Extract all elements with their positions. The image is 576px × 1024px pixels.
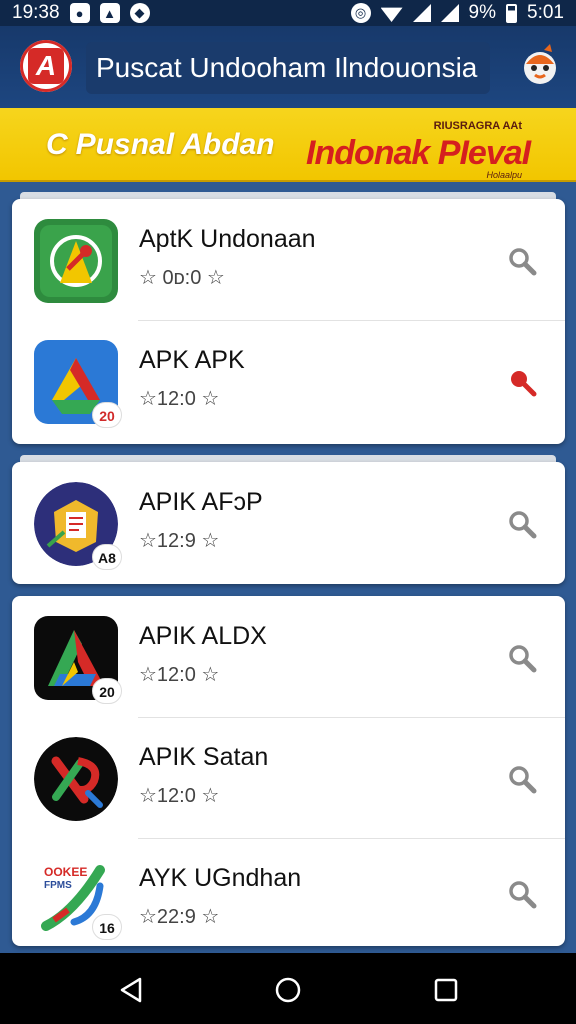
- app-card-group-2: A8 APIK AFɔP ☆12:9 ☆: [12, 462, 565, 584]
- app-bar: A Puscat Undooham Ilndouonsia: [0, 26, 576, 108]
- search-button[interactable]: [504, 506, 540, 542]
- app-name: APK APK: [139, 346, 245, 374]
- refresh-c-icon: C: [46, 128, 68, 161]
- app-name: AptK Undonaan: [139, 225, 316, 253]
- search-button[interactable]: [504, 876, 540, 912]
- sticker-top-text: OOKEE: [44, 865, 87, 879]
- recents-icon[interactable]: [431, 975, 461, 1005]
- app-rating: ☆12:0 ☆: [139, 785, 220, 807]
- list-item[interactable]: APIK Satan ☆12:0 ☆: [12, 717, 565, 838]
- gallery-notification-icon: ▲: [99, 3, 120, 23]
- search-button[interactable]: [504, 243, 540, 279]
- app-card-group-1: AptK Undonaan ☆ 0ᴅ:0 ☆ 20 APK APK ☆12:0 …: [12, 199, 565, 444]
- signal-icon-2: [440, 4, 459, 22]
- search-button[interactable]: [504, 761, 540, 797]
- app-rating: ☆12:0 ☆: [139, 664, 220, 686]
- app-logo-letter: A: [28, 48, 64, 84]
- sticker-mid-text: FPMS: [44, 880, 72, 891]
- list-item[interactable]: AptK Undonaan ☆ 0ᴅ:0 ☆: [12, 199, 565, 320]
- list-item[interactable]: 20 APIK ALDX ☆12:0 ☆: [12, 596, 565, 717]
- app-rating: ☆ 0ᴅ:0 ☆: [139, 267, 225, 289]
- system-nav-bar: [0, 953, 576, 1024]
- list-item[interactable]: 20 APK APK ☆12:0 ☆: [12, 320, 565, 441]
- promo-banner[interactable]: C Pusnal Abdan RIUSRAGRA AAt Indonak PIe…: [0, 108, 576, 182]
- app-rating: ☆22:9 ☆: [139, 906, 220, 928]
- app-logo[interactable]: A: [20, 40, 72, 92]
- camera-notification-icon: ●: [69, 3, 90, 23]
- status-bar: 19:38 ● ▲ ◆ ◎ 9% 5:01: [0, 0, 576, 26]
- mascot-menu-icon[interactable]: [520, 44, 560, 86]
- badge: 20: [92, 402, 122, 428]
- rk-logo-icon: [34, 737, 118, 821]
- status-right: ◎ 9% 5:01: [350, 2, 564, 24]
- signal-icon: [412, 4, 431, 22]
- battery-percent: 9%: [468, 2, 497, 23]
- list-item[interactable]: A8 APIK AFɔP ☆12:9 ☆: [12, 462, 565, 583]
- search-button[interactable]: [504, 640, 540, 676]
- app-name: APIK AFɔP: [139, 488, 263, 516]
- banner-left: C Pusnal Abdan: [46, 128, 275, 162]
- badge: 20: [92, 678, 122, 704]
- back-icon[interactable]: [116, 975, 146, 1005]
- banner-brand: RIUSRAGRA AAt Indonak PIevaI Holaalpu: [306, 120, 536, 180]
- app-name: APIK Satan: [139, 743, 269, 771]
- status-time: 19:38: [12, 2, 60, 23]
- wifi-icon: [380, 7, 403, 22]
- battery-icon: [506, 3, 518, 23]
- banner-brand-sub: Holaalpu: [486, 170, 522, 180]
- app-title: Puscat Undooham Ilndouonsia: [96, 52, 478, 83]
- title-box: Puscat Undooham Ilndouonsia: [86, 42, 490, 94]
- app-rating: ☆12:0 ☆: [139, 388, 220, 410]
- chat-notification-icon: ◆: [129, 3, 150, 23]
- app-name: APIK ALDX: [139, 622, 267, 650]
- status-left: 19:38 ● ▲ ◆: [12, 2, 150, 24]
- home-icon[interactable]: [273, 975, 303, 1005]
- banner-brand-main: Indonak PIevaI: [306, 134, 531, 172]
- alarm-icon: ◎: [350, 3, 371, 23]
- status-clock-right: 5:01: [527, 2, 564, 23]
- search-button-active[interactable]: [504, 364, 540, 400]
- badge: A8: [92, 544, 122, 570]
- green-compass-icon: [34, 219, 118, 303]
- banner-left-text: Pusnal Abdan: [75, 128, 275, 161]
- app-card-group-3: 20 APIK ALDX ☆12:0 ☆ APIK Satan ☆12:0 ☆: [12, 596, 565, 946]
- badge: 16: [92, 914, 122, 940]
- banner-brand-top: RIUSRAGRA AAt: [433, 120, 522, 132]
- app-name: AYK UGndhan: [139, 864, 302, 892]
- app-rating: ☆12:9 ☆: [139, 530, 220, 552]
- list-item[interactable]: OOKEE FPMS 16 AYK UGndhan ☆22:9 ☆: [12, 838, 565, 946]
